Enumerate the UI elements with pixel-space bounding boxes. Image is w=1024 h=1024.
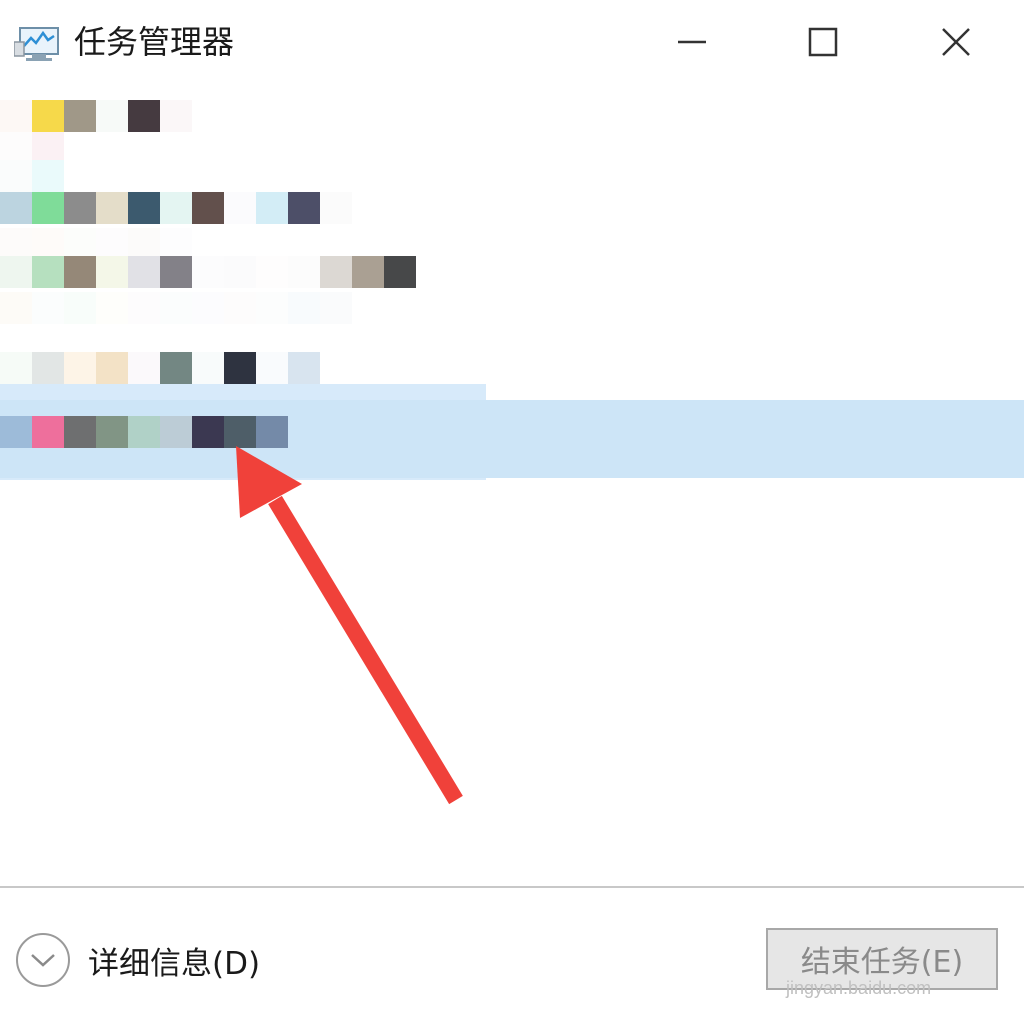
window-title: 任务管理器 [74,23,235,61]
close-button[interactable] [918,10,994,74]
maximize-icon [808,27,838,57]
mosaic-block [128,416,160,448]
mosaic-block [288,192,320,224]
details-toggle[interactable]: 详细信息(D) [16,930,260,990]
process-row-selected[interactable] [0,416,288,450]
mosaic-block [128,352,160,384]
mosaic-block [64,256,96,288]
mosaic-block [320,256,352,288]
mosaic-block [32,292,64,324]
mosaic-block [96,256,128,288]
mosaic-block [0,352,32,384]
mosaic-block [64,352,96,384]
mosaic-block [96,292,128,324]
mosaic-block [160,256,192,288]
task-manager-app-icon [13,24,62,64]
mosaic-block [128,256,160,288]
mosaic-block [192,192,224,224]
process-row[interactable] [0,256,416,290]
footer: 详细信息(D) 结束任务(E) jingyan.baidu.com [0,888,1024,1024]
mosaic-block [64,292,96,324]
mosaic-block [160,416,192,448]
mosaic-block [160,292,192,324]
mosaic-block [96,352,128,384]
mosaic-block [64,132,96,164]
mosaic-block [128,100,160,132]
mosaic-block [256,192,288,224]
process-row[interactable] [0,192,352,226]
mosaic-block [0,256,32,288]
mosaic-block [192,416,224,448]
mosaic-block [0,292,32,324]
mosaic-block [128,192,160,224]
mosaic-block [256,416,288,448]
details-label: 详细信息(D) [88,945,261,982]
mosaic-block [160,100,192,132]
annotation-arrow-icon [236,446,463,805]
mosaic-block [0,100,32,132]
mosaic-block [32,416,64,448]
mosaic-block [32,100,64,132]
mosaic-block [320,192,352,224]
mosaic-block [224,256,256,288]
mosaic-block [256,292,288,324]
mosaic-block [0,192,32,224]
mosaic-block [64,192,96,224]
mosaic-block [0,160,32,192]
mosaic-block [320,292,352,324]
mosaic-block [288,352,320,384]
mosaic-block [256,256,288,288]
watermark: jingyan.baidu.com [786,978,932,998]
mosaic-block [96,100,128,132]
mosaic-block [256,352,288,384]
mosaic-block [32,192,64,224]
mosaic-block [96,416,128,448]
title-bar: 任务管理器 [0,0,1024,84]
chevron-down-icon [16,933,70,987]
process-row[interactable] [0,352,320,386]
process-row[interactable] [0,292,352,326]
minimize-icon [678,40,706,44]
mosaic-block [160,352,192,384]
mosaic-block [64,100,96,132]
mosaic-block [224,352,256,384]
process-row[interactable] [0,100,192,134]
close-icon [942,28,970,56]
mosaic-block [288,256,320,288]
mosaic-block [160,192,192,224]
mosaic-block [96,192,128,224]
mosaic-block [32,352,64,384]
mosaic-block [128,292,160,324]
mosaic-block [192,352,224,384]
mosaic-block [32,160,64,192]
mosaic-block [224,292,256,324]
process-row[interactable] [0,160,64,194]
mosaic-block [224,192,256,224]
mosaic-block [192,256,224,288]
mosaic-block [224,416,256,448]
mosaic-block [192,292,224,324]
mosaic-block [288,292,320,324]
minimize-button[interactable] [654,10,730,74]
mosaic-block [384,256,416,288]
mosaic-block [0,416,32,448]
mosaic-block [32,256,64,288]
mosaic-block [64,416,96,448]
mosaic-block [352,256,384,288]
maximize-button[interactable] [785,10,861,74]
